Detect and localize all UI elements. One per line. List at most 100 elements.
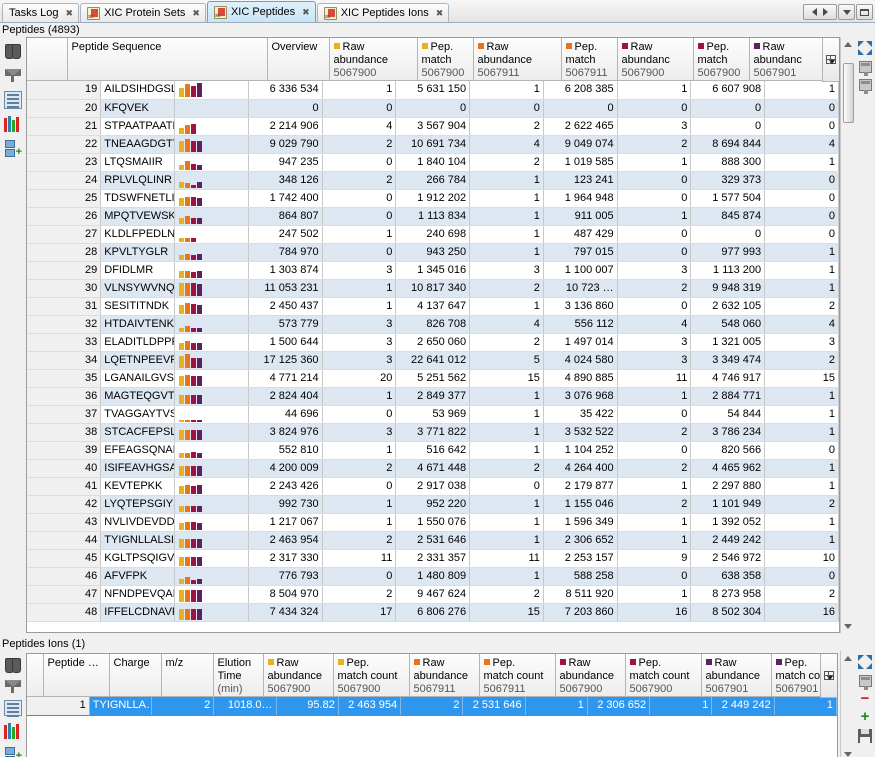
table-row[interactable]: 43NVLIVDEVDDTR1 217 06711 550 07611 596 … <box>27 513 839 531</box>
scroll-down-button[interactable] <box>842 619 855 633</box>
column-header-pm2[interactable]: Pep.match5067911 <box>561 38 617 81</box>
table-row[interactable]: 25TDSWFNETLIGGR1 742 40001 912 20211 964… <box>27 189 839 207</box>
tab-close-icon[interactable]: ✖ <box>66 8 74 19</box>
dock-bottom-icon[interactable] <box>859 79 872 91</box>
table-row[interactable]: 40ISIFEAVHGSAPDIAGQDK4 200 00924 671 448… <box>27 459 839 477</box>
column-header-ra3[interactable]: Rawabundanc5067900 <box>617 38 693 81</box>
table-row[interactable]: 48IFFELCDNAVFAGFNFHHGDKI7 434 324176 806… <box>27 603 839 621</box>
table-row[interactable]: 46AFVFPK776 79301 480 8091588 2580638 35… <box>27 567 839 585</box>
overview-sparkbars <box>175 117 249 135</box>
column-header-ra4[interactable]: Rawabundance5067901 <box>701 654 771 697</box>
table-row[interactable]: 19AILDSIHDGSLANETYETLPIFNLQVPTK6 336 534… <box>27 81 839 99</box>
cell-pm2: 15 <box>470 369 544 387</box>
add-network-icon[interactable]: + <box>4 746 22 757</box>
tab-xic-protein-sets[interactable]: XIC Protein Sets✖ <box>80 3 206 22</box>
spark-bar <box>197 165 202 170</box>
column-header-ra2[interactable]: Rawabundance5067911 <box>409 654 479 697</box>
color-bars-icon[interactable] <box>4 723 22 739</box>
ions-vertical-scrollbar[interactable] <box>840 651 855 757</box>
column-header-pm2[interactable]: Pep.match count5067911 <box>479 654 555 697</box>
table-row[interactable]: 27KLDLFPEDLNILGK247 5021240 6981487 4290… <box>27 225 839 243</box>
cell-pm1: 1 <box>322 279 396 297</box>
save-icon[interactable] <box>858 729 872 743</box>
tab-tasks-log[interactable]: Tasks Log✖ <box>2 3 79 22</box>
table-row[interactable]: 33ELADITLDPPPNCSAGPK1 500 64432 650 0602… <box>27 333 839 351</box>
column-header-pm3[interactable]: Pep.match count5067900 <box>625 654 701 697</box>
column-header-line: match count <box>484 670 551 683</box>
column-header-ra4[interactable]: Rawabundanc5067901 <box>749 38 825 81</box>
table-row[interactable]: 45KGLTPSQIGVLLR2 317 330112 331 357112 2… <box>27 549 839 567</box>
binoculars-icon[interactable] <box>4 41 22 59</box>
table-row[interactable]: 38STCACFEPSLDYCVVK3 824 97633 771 82213 … <box>27 423 839 441</box>
color-bars-icon[interactable] <box>4 116 22 132</box>
series-color-swatch <box>622 43 628 49</box>
column-header-et[interactable]: ElutionTime(min) <box>213 654 263 697</box>
column-header-mz[interactable]: m/z <box>161 654 213 697</box>
dock-icon[interactable] <box>859 675 872 687</box>
scroll-thumb[interactable] <box>843 63 854 123</box>
tab-maximize-button[interactable] <box>856 4 873 20</box>
scroll-up-button[interactable] <box>842 651 855 665</box>
column-header-seq[interactable]: Peptide Sequence <box>67 38 267 81</box>
table-row[interactable]: 39EFEAGSQNANLLPIAANEFNLR552 8101516 6421… <box>27 441 839 459</box>
table-row[interactable]: 26MPQTVEWSK864 80701 113 8341911 0051845… <box>27 207 839 225</box>
add-icon[interactable]: + <box>861 711 870 723</box>
tab-close-icon[interactable]: ✖ <box>302 7 310 18</box>
expand-icon[interactable] <box>858 41 872 55</box>
tab-xic-peptides-ions[interactable]: XIC Peptides Ions✖ <box>317 3 450 22</box>
table-row[interactable]: 29DFIDLMR1 303 87431 345 01631 100 00731… <box>27 261 839 279</box>
tab-scroll-buttons[interactable] <box>803 4 837 20</box>
table-row[interactable]: 44TYIGNLLALSISSDNLVNK2 463 95422 531 646… <box>27 531 839 549</box>
table-row[interactable]: 32HTDAIVTENK573 7793826 7084556 1124548 … <box>27 315 839 333</box>
tab-xic-peptides[interactable]: XIC Peptides✖ <box>207 1 316 22</box>
column-header-ra1[interactable]: Rawabundance5067900 <box>329 38 417 81</box>
table-row[interactable]: 21STPAATPAATPTPSSASPNKK2 214 90643 567 9… <box>27 117 839 135</box>
column-header-pm1[interactable]: Pep.match count5067900 <box>333 654 409 697</box>
funnel-filter-icon[interactable] <box>4 677 22 692</box>
column-header-line: abundance <box>560 670 621 683</box>
table-row[interactable]: 30VLNSYWVNQDSTYK11 053 231110 817 340210… <box>27 279 839 297</box>
table-row[interactable]: 37TVAGGAYTVSTAAAATVR44 696053 969135 422… <box>27 405 839 423</box>
spark-bar <box>197 271 202 278</box>
table-row[interactable]: 31SESITITNDK2 450 43714 137 64713 136 86… <box>27 297 839 315</box>
column-header-line: Raw <box>414 657 475 670</box>
column-chooser-button[interactable] <box>820 654 837 698</box>
table-row[interactable]: 24RPLVLQLINR348 1262266 7841123 2410329 … <box>27 171 839 189</box>
tab-list-dropdown-button[interactable] <box>838 4 855 20</box>
expand-icon[interactable] <box>858 655 872 669</box>
table-row[interactable]: 20KFQVEK00000000 <box>27 99 839 117</box>
scroll-up-button[interactable] <box>842 37 855 51</box>
table-row[interactable]: 22TNEAAGDGTTSATVLGR9 029 790210 691 7344… <box>27 135 839 153</box>
peptides-vertical-scrollbar[interactable] <box>840 37 855 633</box>
column-header-charge[interactable]: Charge <box>109 654 161 697</box>
column-header-pm3[interactable]: Pep.match5067900 <box>693 38 749 81</box>
table-row[interactable]: 42LYQTEPSGIYSSWSAQTIGR992 7301952 22011 … <box>27 495 839 513</box>
add-network-icon[interactable]: + <box>4 139 22 157</box>
cell-pm2: 2 <box>470 279 544 297</box>
table-row[interactable]: 23LTQSMAIIR947 23501 840 10421 019 58518… <box>27 153 839 171</box>
spark-bar <box>179 165 184 170</box>
column-header-ovw[interactable]: Overview <box>267 38 329 81</box>
column-header-seq[interactable]: Peptide … <box>43 654 109 697</box>
scroll-down-button[interactable] <box>842 747 855 757</box>
table-row[interactable]: 35LGANAILGVSMAAAR4 771 214205 251 562154… <box>27 369 839 387</box>
dock-top-icon[interactable] <box>859 61 872 73</box>
binoculars-icon[interactable] <box>4 655 22 670</box>
table-row[interactable]: 36MAGTEQGVTEPEPTFSSCFGQPFLALHPIR2 824 40… <box>27 387 839 405</box>
tab-close-icon[interactable]: ✖ <box>192 8 200 19</box>
column-header-ra2[interactable]: Rawabundance5067911 <box>473 38 561 81</box>
table-row[interactable]: 41KEVTEPKK2 243 42602 917 03802 179 8771… <box>27 477 839 495</box>
column-header-ra1[interactable]: Rawabundance5067900 <box>263 654 333 697</box>
table-row[interactable]: 34LQETNPEEVPKFEK17 125 360322 641 01254 … <box>27 351 839 369</box>
column-chooser-button[interactable] <box>822 38 839 82</box>
table-row[interactable]: 28KPVLTYGLR784 9700943 2501797 0150977 9… <box>27 243 839 261</box>
table-row[interactable]: 1TYIGNLLA…21018.0…95.822 463 95422 531 6… <box>27 697 837 715</box>
table-row[interactable]: 47NFNDPEVQADMK8 504 97029 467 62428 511 … <box>27 585 839 603</box>
remove-icon[interactable]: − <box>861 693 870 705</box>
tab-close-icon[interactable]: ✖ <box>436 8 444 19</box>
export-report-icon[interactable] <box>4 91 22 109</box>
funnel-filter-icon[interactable] <box>4 66 22 84</box>
column-header-pm1[interactable]: Pep.match5067900 <box>417 38 473 81</box>
export-report-icon[interactable] <box>4 700 22 716</box>
column-header-ra3[interactable]: Rawabundance5067900 <box>555 654 625 697</box>
